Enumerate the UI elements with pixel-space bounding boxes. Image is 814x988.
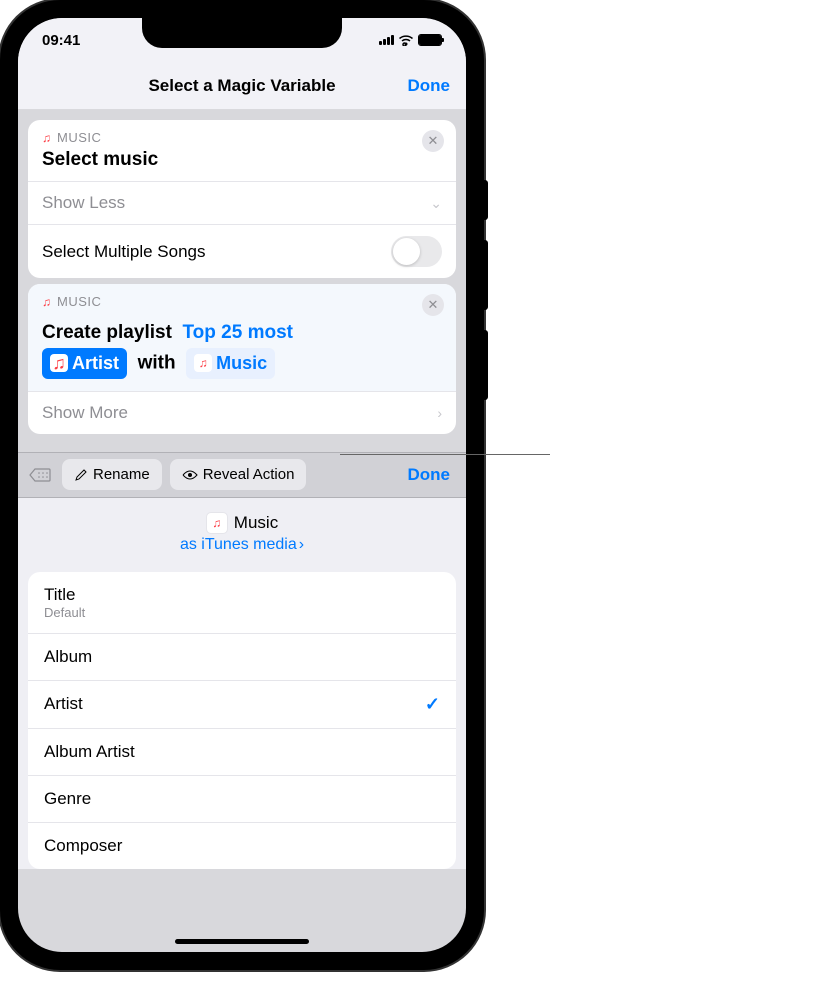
select-multiple-toggle[interactable]	[391, 236, 442, 267]
action-card-select-music[interactable]: ♫ MUSIC ✕ Select music Show Less ⌄ Selec…	[28, 120, 456, 278]
variable-name: ♫ Music	[206, 512, 278, 534]
show-more-label: Show More	[42, 403, 128, 423]
app-label: MUSIC	[57, 130, 101, 145]
close-icon[interactable]: ✕	[422, 130, 444, 152]
list-item-label: Album Artist	[44, 742, 135, 762]
variable-type-link[interactable]: as iTunes media ›	[180, 536, 304, 554]
list-item[interactable]: Album Artist	[28, 729, 456, 776]
nav-done-button[interactable]: Done	[408, 76, 451, 96]
variable-header: ♫ Music as iTunes media ›	[18, 498, 466, 562]
music-variable-pill[interactable]: ♫ Music	[186, 348, 275, 379]
artist-variable-pill[interactable]: ♫ Artist	[42, 348, 127, 379]
action-title: Select music	[28, 149, 456, 181]
reveal-action-button[interactable]: Reveal Action	[170, 459, 307, 490]
action-card-create-playlist[interactable]: ♫ MUSIC ✕ Create playlist Top 25 most ♫ …	[28, 284, 456, 434]
keyboard-back-button[interactable]	[26, 461, 54, 489]
show-less-row[interactable]: Show Less ⌄	[28, 181, 456, 224]
chevron-right-icon: ›	[437, 405, 442, 421]
playlist-name-token[interactable]: Top 25 most	[182, 322, 293, 343]
screen: 09:41 Select a Magic Variable Done ♫ MUS…	[18, 18, 466, 952]
card-header: ♫ MUSIC ✕	[28, 120, 456, 149]
list-item-label: Title	[44, 585, 85, 605]
music-app-icon: ♫	[206, 512, 228, 534]
list-item[interactable]: Title Default	[28, 572, 456, 634]
music-note-icon: ♫	[52, 350, 66, 377]
select-multiple-row: Select Multiple Songs	[28, 224, 456, 278]
chevron-down-icon: ⌄	[430, 195, 442, 212]
nav-title: Select a Magic Variable	[148, 76, 335, 96]
side-button	[484, 180, 488, 220]
wifi-icon	[398, 34, 414, 46]
close-icon[interactable]: ✕	[422, 294, 444, 316]
status-right	[379, 34, 442, 46]
content-area: ♫ MUSIC ✕ Select music Show Less ⌄ Selec…	[18, 110, 466, 452]
battery-icon	[418, 34, 442, 46]
list-item-label: Composer	[44, 836, 122, 856]
list-item-label: Artist	[44, 694, 83, 714]
music-note-icon: ♫	[199, 354, 208, 372]
checkmark-icon: ✓	[425, 694, 440, 715]
notch	[142, 18, 342, 48]
card-header: ♫ MUSIC ✕	[28, 284, 456, 313]
callout-line	[340, 454, 550, 455]
variable-toolbar: Rename Reveal Action Done	[18, 452, 466, 498]
volume-down-button	[484, 330, 488, 400]
chevron-right-icon: ›	[299, 536, 304, 554]
eye-icon	[182, 469, 198, 481]
toolbar-done-button[interactable]: Done	[408, 465, 459, 485]
app-label: MUSIC	[57, 294, 101, 309]
show-less-label: Show Less	[42, 193, 125, 213]
signal-icon	[379, 35, 394, 45]
create-playlist-text: Create playlist	[42, 322, 172, 343]
volume-up-button	[484, 240, 488, 310]
music-app-icon: ♫	[42, 131, 51, 145]
phone-frame: 09:41 Select a Magic Variable Done ♫ MUS…	[0, 0, 484, 970]
status-time: 09:41	[42, 32, 80, 49]
list-item[interactable]: Artist ✓	[28, 681, 456, 729]
music-app-icon: ♫	[42, 295, 51, 309]
list-item[interactable]: Composer	[28, 823, 456, 869]
action-sentence: Create playlist Top 25 most ♫ Artist wit…	[28, 313, 456, 391]
rename-button[interactable]: Rename	[62, 459, 162, 490]
property-list: Title Default Album Artist ✓ Album Artis…	[28, 572, 456, 869]
with-text: with	[138, 352, 176, 373]
list-item-sublabel: Default	[44, 605, 85, 620]
property-list-section: Title Default Album Artist ✓ Album Artis…	[18, 562, 466, 869]
show-more-row[interactable]: Show More ›	[28, 391, 456, 434]
list-item-label: Album	[44, 647, 92, 667]
list-item[interactable]: Album	[28, 634, 456, 681]
pencil-icon	[74, 468, 88, 482]
list-item[interactable]: Genre	[28, 776, 456, 823]
select-multiple-label: Select Multiple Songs	[42, 242, 205, 262]
list-item-label: Genre	[44, 789, 91, 809]
home-indicator[interactable]	[175, 939, 309, 944]
nav-bar: Select a Magic Variable Done	[18, 62, 466, 110]
